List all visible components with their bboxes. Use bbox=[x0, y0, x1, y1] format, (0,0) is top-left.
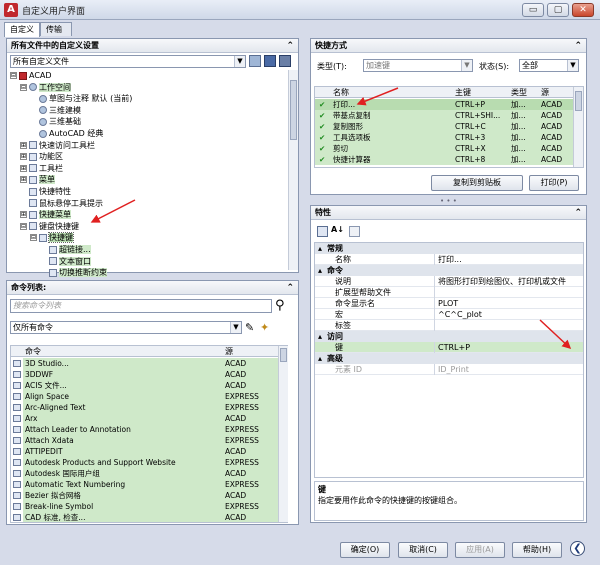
arrow-to-key-value bbox=[539, 319, 572, 350]
arrow-to-print-row bbox=[356, 87, 399, 106]
annotation-arrows bbox=[90, 87, 572, 350]
arrow-to-shortcut-node bbox=[90, 199, 136, 223]
